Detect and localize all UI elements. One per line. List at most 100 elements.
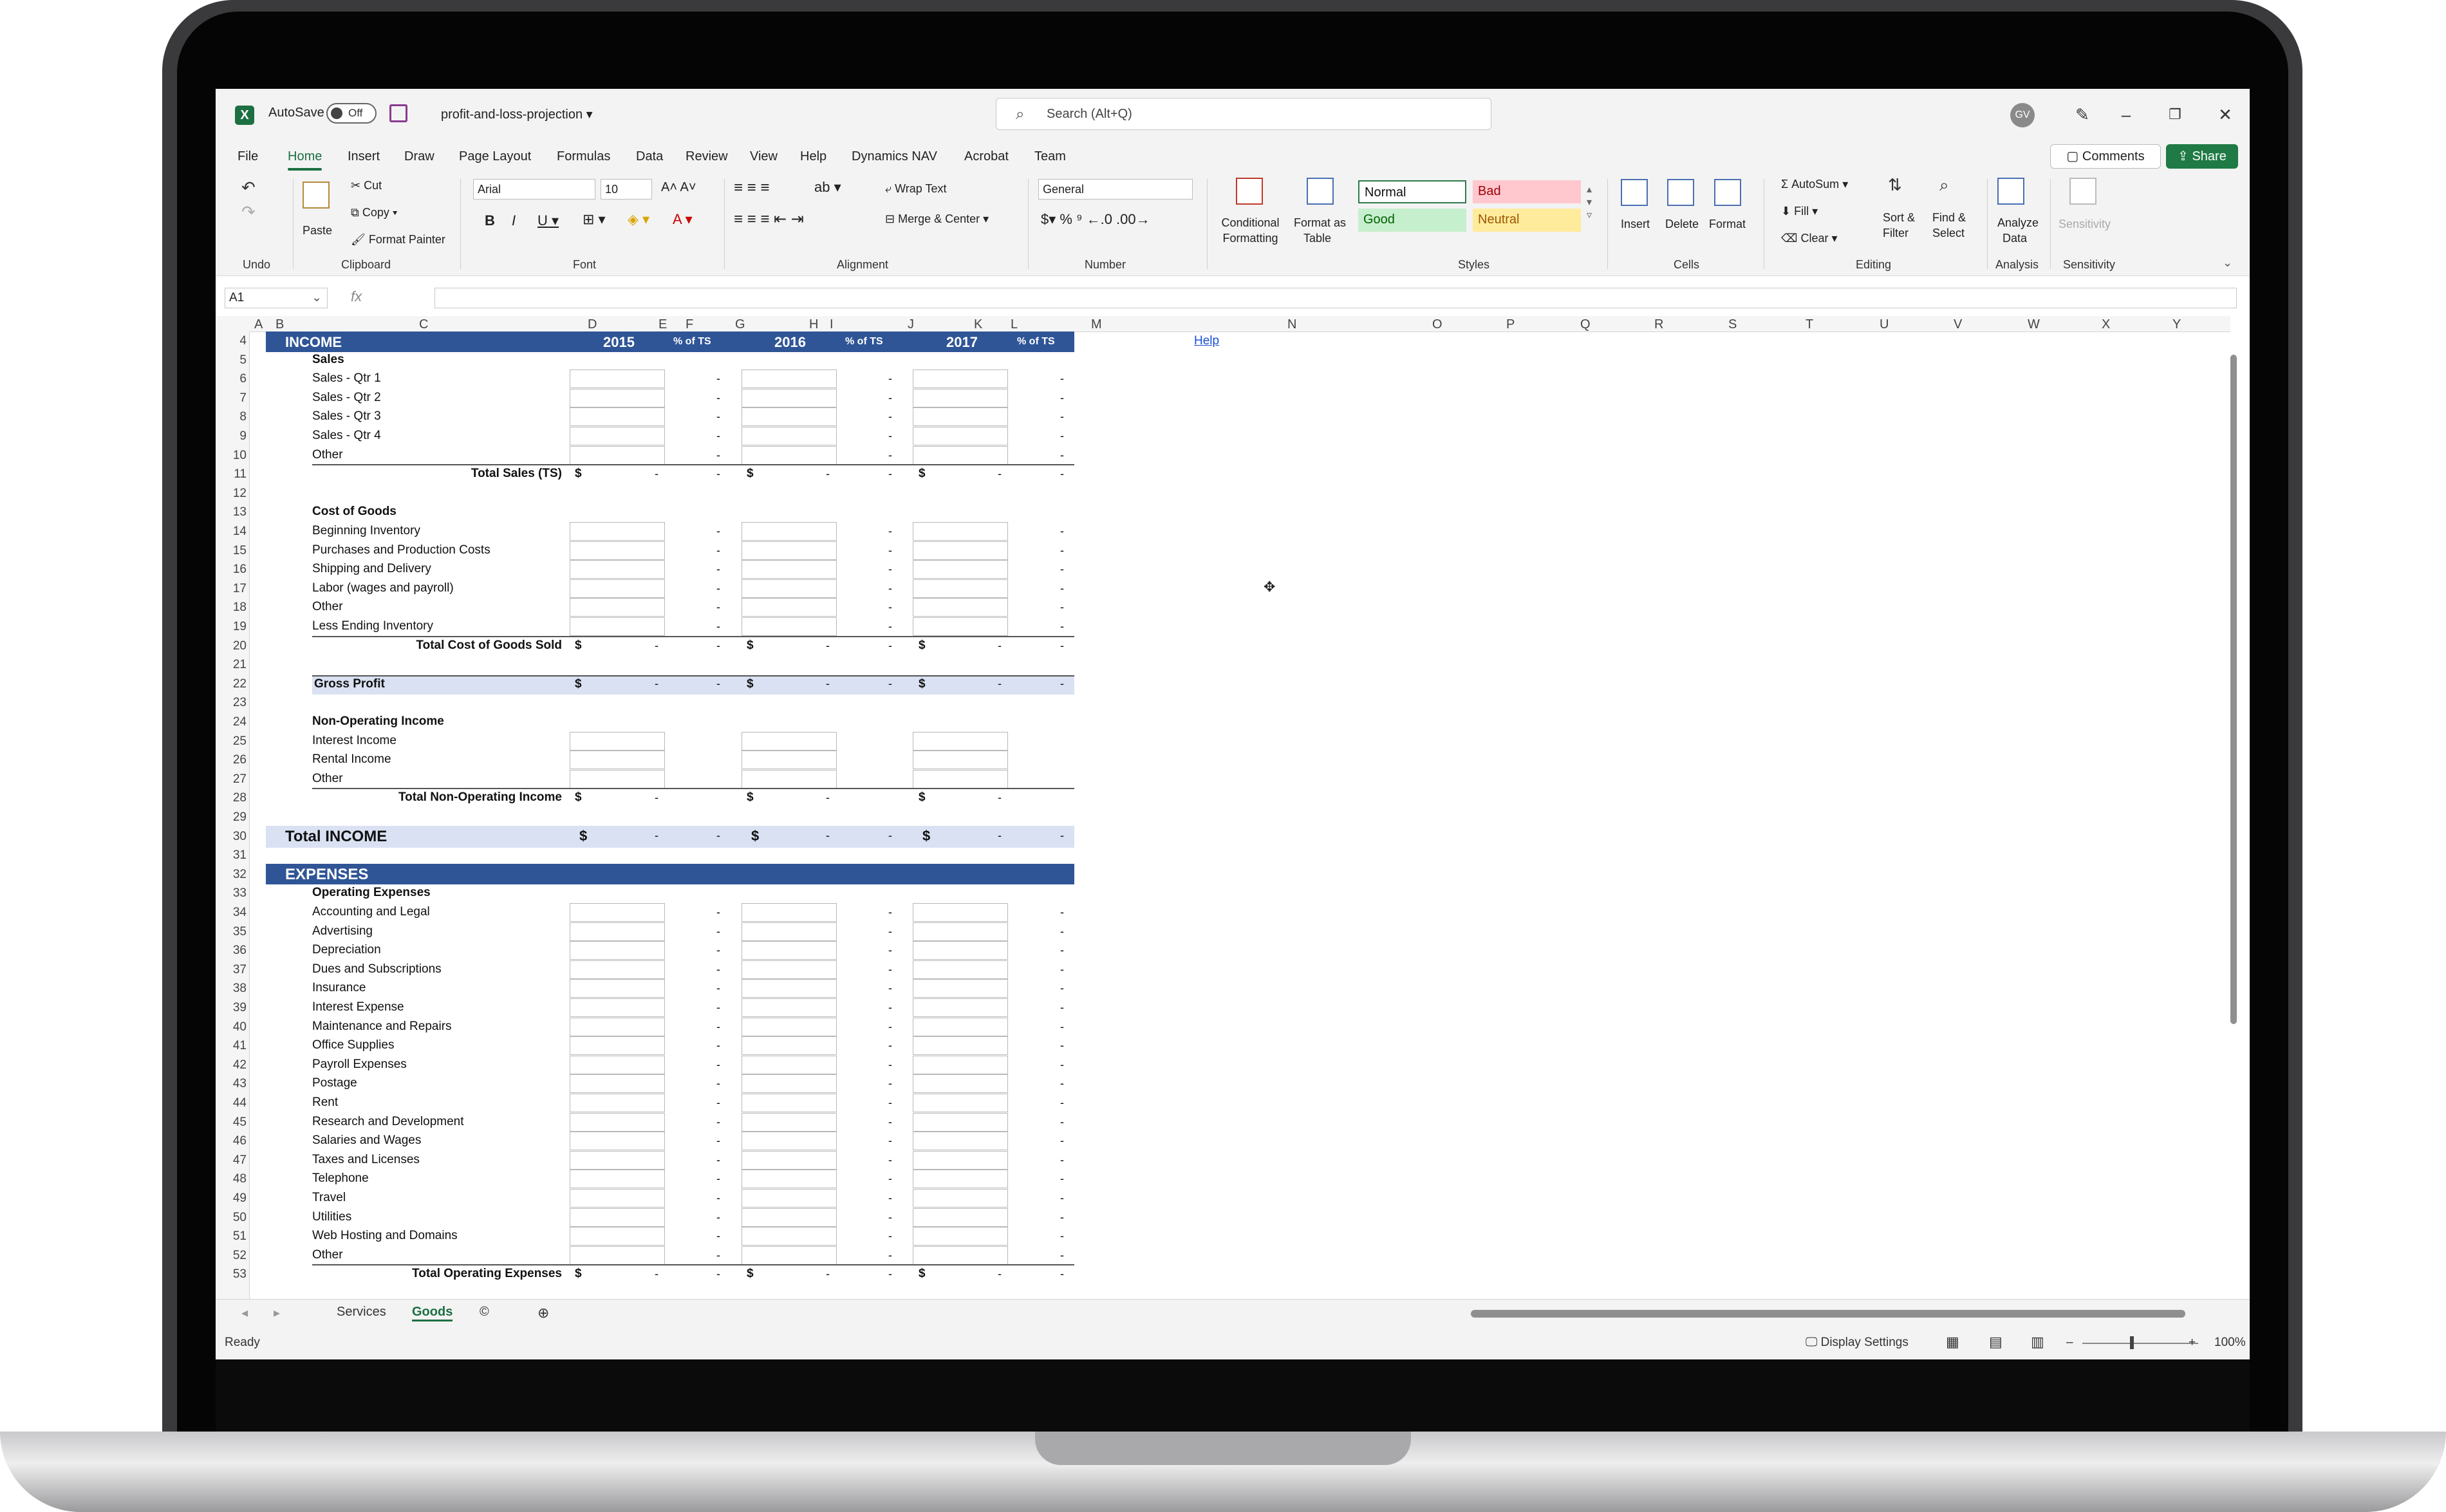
input-cell[interactable] — [570, 922, 665, 941]
input-cell[interactable] — [742, 407, 837, 427]
input-cell[interactable] — [913, 1246, 1008, 1265]
merge-center-button[interactable]: ⊟ Merge & Center ▾ — [885, 212, 989, 226]
input-cell[interactable] — [570, 1227, 665, 1246]
row-number-31[interactable]: 31 — [223, 848, 247, 863]
row-number-36[interactable]: 36 — [223, 944, 247, 958]
tab-insert[interactable]: Insert — [348, 149, 380, 164]
column-header-u[interactable]: U — [1880, 317, 1889, 332]
row-number-41[interactable]: 41 — [223, 1039, 247, 1053]
tab-view[interactable]: View — [750, 149, 778, 164]
column-header-p[interactable]: P — [1506, 317, 1515, 332]
input-cell[interactable] — [742, 1055, 837, 1074]
row-label[interactable]: Advertising — [312, 924, 373, 938]
input-cell[interactable] — [570, 1036, 665, 1056]
row-label[interactable]: Rent — [312, 1096, 338, 1110]
italic-icon[interactable]: I — [512, 212, 516, 229]
scroll-thumb[interactable] — [2230, 355, 2237, 1024]
column-header-d[interactable]: D — [588, 317, 597, 332]
copy-button[interactable]: ⧉ Copy ▾ — [351, 206, 397, 219]
format-painter-button[interactable]: 🖌 Format Painter — [351, 233, 445, 247]
input-cell[interactable] — [913, 1094, 1008, 1112]
row-label[interactable]: Other — [312, 772, 343, 786]
row-number-18[interactable]: 18 — [223, 601, 247, 615]
input-cell[interactable] — [570, 1170, 665, 1189]
column-header-n[interactable]: N — [1287, 317, 1296, 332]
input-cell[interactable] — [913, 941, 1008, 960]
column-header-l[interactable]: L — [1011, 317, 1018, 332]
column-header-k[interactable]: K — [974, 317, 982, 332]
input-cell[interactable] — [570, 998, 665, 1017]
row-number-12[interactable]: 12 — [223, 487, 247, 501]
row-label[interactable]: Beginning Inventory — [312, 524, 420, 538]
input-cell[interactable] — [742, 1227, 837, 1246]
style-good[interactable]: Good — [1358, 209, 1466, 232]
row-number-48[interactable]: 48 — [223, 1172, 247, 1186]
input-cell[interactable] — [742, 541, 837, 560]
row-label[interactable]: Sales - Qtr 2 — [312, 391, 381, 405]
row-label[interactable]: Sales - Qtr 3 — [312, 409, 381, 424]
row-number-29[interactable]: 29 — [223, 810, 247, 825]
input-cell[interactable] — [570, 903, 665, 922]
tab-data[interactable]: Data — [636, 149, 663, 164]
insert-cells-label[interactable]: Insert — [1621, 218, 1650, 231]
input-cell[interactable] — [570, 445, 665, 465]
align-left-icon[interactable]: ≡ ≡ ≡ ⇤ ⇥ — [734, 210, 804, 229]
row-number-50[interactable]: 50 — [223, 1211, 247, 1225]
row-number-28[interactable]: 28 — [223, 791, 247, 805]
input-cell[interactable] — [742, 731, 837, 751]
row-label[interactable]: Office Supplies — [312, 1038, 394, 1052]
row-label[interactable]: Insurance — [312, 981, 366, 995]
input-cell[interactable] — [742, 1036, 837, 1056]
input-cell[interactable] — [742, 941, 837, 960]
orientation-icon[interactable]: ab ▾ — [814, 179, 841, 196]
input-cell[interactable] — [913, 617, 1008, 636]
column-header-i[interactable]: I — [830, 317, 834, 332]
row-label[interactable]: Salaries and Wages — [312, 1134, 421, 1148]
row-number-39[interactable]: 39 — [223, 1001, 247, 1015]
input-cell[interactable] — [913, 541, 1008, 560]
input-cell[interactable] — [742, 598, 837, 617]
input-cell[interactable] — [570, 522, 665, 541]
row-number-33[interactable]: 33 — [223, 886, 247, 901]
analyze-data-label-2[interactable]: Data — [2003, 232, 2027, 245]
number-format-select[interactable]: General — [1038, 179, 1193, 200]
input-cell[interactable] — [913, 751, 1008, 770]
row-label[interactable]: Sales - Qtr 1 — [312, 371, 381, 386]
pen-icon[interactable]: ✎ — [2069, 102, 2095, 127]
row-number-43[interactable]: 43 — [223, 1077, 247, 1091]
autosum-button[interactable]: Σ AutoSum ▾ — [1781, 178, 1848, 191]
zoom-slider-thumb[interactable] — [2130, 1336, 2134, 1349]
row-label[interactable]: Utilities — [312, 1210, 351, 1224]
format-as-table-label[interactable]: Format as — [1294, 216, 1346, 230]
row-number-20[interactable]: 20 — [223, 639, 247, 653]
tab-acrobat[interactable]: Acrobat — [964, 149, 1009, 164]
input-cell[interactable] — [570, 541, 665, 560]
prev-sheet-icon[interactable]: ◂ — [241, 1305, 248, 1321]
row-number-6[interactable]: 6 — [223, 372, 247, 386]
input-cell[interactable] — [570, 579, 665, 598]
row-number-13[interactable]: 13 — [223, 505, 247, 519]
input-cell[interactable] — [913, 960, 1008, 979]
input-cell[interactable] — [913, 522, 1008, 541]
format-as-table-icon[interactable] — [1307, 178, 1334, 205]
row-label[interactable]: Interest Income — [312, 734, 397, 748]
row-number-15[interactable]: 15 — [223, 544, 247, 558]
input-cell[interactable] — [570, 427, 665, 445]
input-cell[interactable] — [913, 388, 1008, 407]
row-number-34[interactable]: 34 — [223, 906, 247, 920]
row-label[interactable]: Postage — [312, 1076, 357, 1090]
column-header-t[interactable]: T — [1806, 317, 1813, 332]
column-header-c[interactable]: C — [419, 317, 428, 332]
row-label[interactable]: Research and Development — [312, 1115, 464, 1129]
borders-icon[interactable]: ⊞ ▾ — [583, 211, 606, 228]
input-cell[interactable] — [570, 1208, 665, 1227]
input-cell[interactable] — [913, 1150, 1008, 1170]
row-number-4[interactable]: 4 — [223, 334, 247, 348]
analyze-data-label[interactable]: Analyze — [1997, 216, 2039, 230]
currency-format-icon[interactable]: $▾ % ⁹ ←.0 .00→ — [1041, 211, 1150, 228]
paste-label[interactable]: Paste — [303, 224, 332, 238]
row-label[interactable]: Other — [312, 448, 343, 462]
input-cell[interactable] — [570, 407, 665, 427]
input-cell[interactable] — [742, 1112, 837, 1132]
row-number-51[interactable]: 51 — [223, 1229, 247, 1244]
